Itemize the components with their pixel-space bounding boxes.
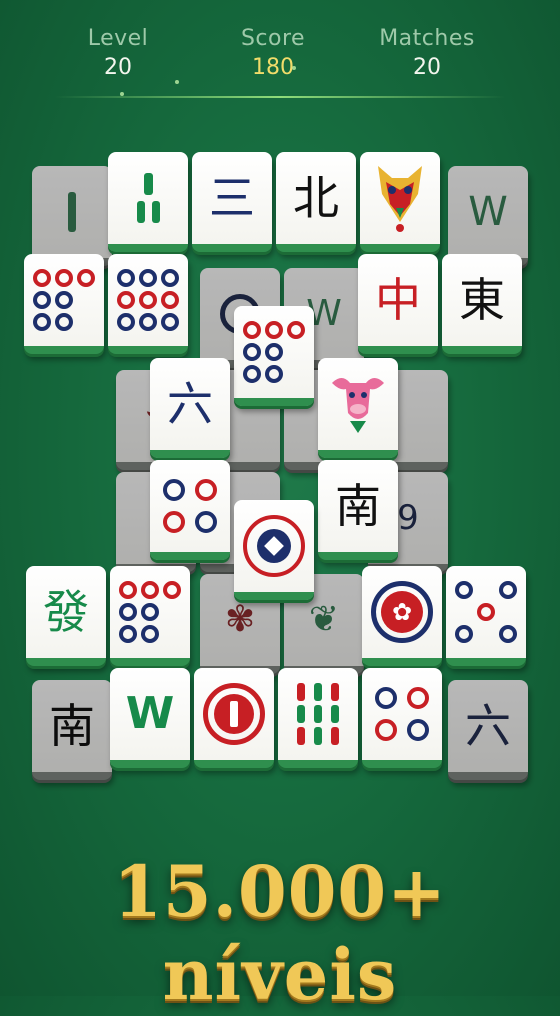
tile-bamboo-3[interactable] (108, 152, 188, 252)
tile-animal-ox[interactable] (318, 358, 398, 458)
tile-glyph: 南 (49, 699, 95, 753)
tile-character-six[interactable]: 六 (150, 358, 230, 458)
tile-circle-4[interactable] (362, 668, 442, 768)
tile-wind-south[interactable]: 南 (318, 460, 398, 560)
tile-dragon-green[interactable]: 發 (26, 566, 106, 666)
promo-banner: 15.000+ níveis (113, 850, 447, 1016)
mahjong-board: W W ⚘ 9 ✾ ❦ 南 六 三 北 (0, 0, 560, 820)
tile-character-six: 六 (448, 680, 528, 780)
tile-glyph: 北 (293, 171, 339, 225)
ox-icon (332, 378, 384, 433)
tile-wind-south: 南 (32, 680, 112, 780)
tile-circle-4[interactable] (150, 460, 230, 560)
tile-glyph: 中 (375, 273, 421, 327)
tile-character-three[interactable]: 三 (192, 152, 272, 252)
tile-glyph: 南 (335, 479, 381, 533)
tile-character-wan[interactable]: W (110, 668, 190, 768)
tile-glyph: 六 (465, 699, 511, 753)
tile-animal-mask[interactable] (360, 152, 440, 252)
tile-dragon-red[interactable]: 中 (358, 254, 438, 354)
tile-circle-7[interactable] (110, 566, 190, 666)
tile-glyph: 發 (43, 585, 89, 639)
tile-bamboo-9[interactable] (278, 668, 358, 768)
tile-wind-east[interactable]: 東 (442, 254, 522, 354)
tile-glyph: 東 (459, 273, 505, 327)
tile-circle-7[interactable] (234, 306, 314, 406)
tile-flower-bamboo[interactable] (194, 668, 274, 768)
tile-glyph: 三 (209, 171, 255, 225)
tile-flower-plum[interactable]: ✿ (362, 566, 442, 666)
tile-wind-north[interactable]: 北 (276, 152, 356, 252)
tile-bamboo-2 (32, 166, 112, 266)
tile-circle-9[interactable] (108, 254, 188, 354)
tile-circle-7[interactable] (24, 254, 104, 354)
animal-mask-icon (378, 166, 422, 232)
tile-circle-1[interactable] (234, 500, 314, 600)
tile-circle-5[interactable] (446, 566, 526, 666)
tile-character-wan: W (448, 166, 528, 266)
tile-glyph: 六 (167, 377, 213, 431)
